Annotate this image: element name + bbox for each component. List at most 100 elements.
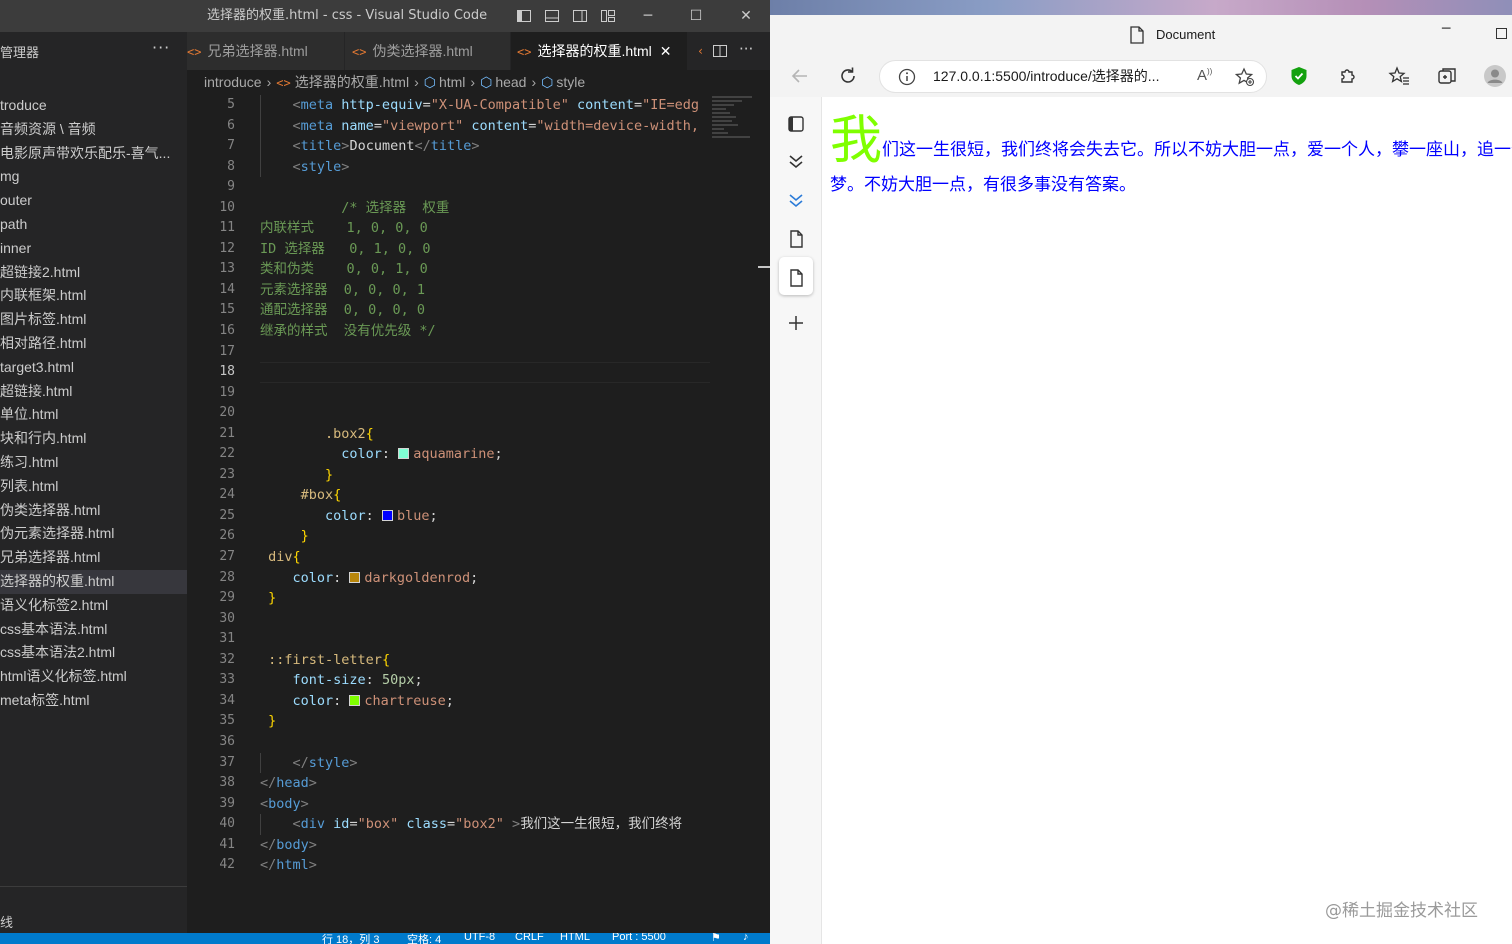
new-tab-plus-icon[interactable] <box>785 312 807 334</box>
tab-pseudo-class-selector[interactable]: <> 伪类选择器.html <box>345 32 510 70</box>
url-text[interactable]: 127.0.0.1:5500/introduce/选择器的... <box>933 61 1178 92</box>
tab-actions-icon[interactable] <box>785 113 807 135</box>
tree-item[interactable]: 单位.html <box>0 403 187 427</box>
status-encoding[interactable]: UTF-8 <box>464 933 495 943</box>
tree-item[interactable]: mg <box>0 165 187 189</box>
minimize-button[interactable]: ─ <box>625 0 671 32</box>
status-cursor-position[interactable]: 行 18，列 3 <box>322 933 379 944</box>
site-info-icon[interactable] <box>898 68 916 90</box>
code-line[interactable]: <div id="box" class="box2" >我们这一生很短，我们终将 <box>260 814 710 835</box>
breadcrumb-file[interactable]: 选择器的权重.html <box>295 74 409 90</box>
tree-item[interactable]: css基本语法.html <box>0 618 187 642</box>
browser-minimize-button[interactable]: ─ <box>1442 21 1450 37</box>
code-line[interactable]: </style> <box>260 752 710 774</box>
tree-item[interactable]: css基本语法2.html <box>0 641 187 665</box>
tree-item[interactable]: 图片标签.html <box>0 308 187 332</box>
tree-item[interactable]: 语义化标签2.html <box>0 594 187 618</box>
tree-item[interactable]: troduce <box>0 94 187 118</box>
read-aloud-icon[interactable]: A)) <box>1197 67 1212 84</box>
extensions-puzzle-icon[interactable] <box>1336 65 1358 87</box>
code-line[interactable]: /* 选择器 权重 <box>260 198 710 219</box>
breadcrumb-head[interactable]: head <box>495 74 526 90</box>
color-swatch[interactable] <box>381 509 393 521</box>
tree-item[interactable]: 练习.html <box>0 451 187 475</box>
code-line[interactable]: 内联样式 1, 0, 0, 0 <box>260 218 710 239</box>
code-line[interactable]: } <box>260 465 710 486</box>
code-line[interactable]: </body> <box>260 835 710 856</box>
code-line[interactable]: ID 选择器 0, 1, 0, 0 <box>260 239 710 260</box>
tree-item[interactable]: 音频资源 \ 音频 <box>0 118 187 142</box>
tree-item[interactable]: 兄弟选择器.html <box>0 546 187 570</box>
browser-maximize-button[interactable] <box>1496 28 1507 39</box>
code-line[interactable] <box>260 732 710 753</box>
split-editor-icon[interactable] <box>712 43 728 59</box>
tree-item[interactable]: path <box>0 213 187 237</box>
status-eol[interactable]: CRLF <box>515 933 544 943</box>
code-line[interactable]: color: darkgoldenrod; <box>260 568 710 589</box>
tree-item[interactable]: 选择器的权重.html <box>0 569 187 594</box>
maximize-button[interactable]: ☐ <box>673 0 719 32</box>
code-line[interactable]: } <box>260 711 710 732</box>
favorites-icon[interactable] <box>1388 65 1410 87</box>
code-area[interactable]: <meta http-equiv="X-UA-Compatible" conte… <box>260 95 710 876</box>
code-line[interactable] <box>260 609 710 630</box>
code-line[interactable]: } <box>260 526 710 547</box>
browser-tab-title[interactable]: Document <box>1156 15 1215 55</box>
collections-icon[interactable] <box>1436 65 1458 87</box>
toggle-primary-sidebar-icon[interactable] <box>516 8 532 24</box>
customize-layout-icon[interactable] <box>600 8 616 24</box>
back-arrow-icon[interactable] <box>789 65 811 87</box>
code-line[interactable] <box>260 362 710 383</box>
tree-item[interactable]: target3.html <box>0 356 187 380</box>
breadcrumb-html[interactable]: html <box>439 74 465 90</box>
tab-sibling-selector[interactable]: <> 兄弟选择器.html <box>187 32 344 70</box>
tree-item[interactable]: 伪类选择器.html <box>0 499 187 523</box>
refresh-icon[interactable] <box>837 65 859 87</box>
code-line[interactable]: 继承的样式 没有优先级 */ <box>260 321 710 342</box>
code-line[interactable] <box>260 629 710 650</box>
code-line[interactable]: color: blue; <box>260 506 710 527</box>
code-line[interactable]: <title>Document</title> <box>260 136 710 157</box>
tab-selector-weight[interactable]: <> 选择器的权重.html ✕ <box>511 32 687 70</box>
status-indentation[interactable]: 空格: 4 <box>407 933 441 944</box>
status-language[interactable]: HTML <box>560 933 590 943</box>
tree-item[interactable]: 超链接.html <box>0 380 187 404</box>
code-line[interactable]: </html> <box>260 855 710 876</box>
code-editor[interactable]: 5 6 7 8 9 10 11 12 13 14 15 16 17 18 19 20 21 22 23 24 25 26 2… <box>187 94 770 933</box>
code-line[interactable]: 通配选择器 0, 0, 0, 0 <box>260 300 710 321</box>
tree-item[interactable]: 块和行内.html <box>0 427 187 451</box>
tree-item[interactable]: 列表.html <box>0 475 187 499</box>
code-line[interactable]: div{ <box>260 547 710 568</box>
tree-item[interactable]: 电影原声带欢乐配乐-喜气... <box>0 142 187 166</box>
code-line[interactable]: color: aquamarine; <box>260 444 710 465</box>
code-line[interactable]: .box2{ <box>260 424 710 445</box>
tree-item[interactable]: 伪元素选择器.html <box>0 522 187 546</box>
code-line[interactable]: color: chartreuse; <box>260 691 710 712</box>
code-line[interactable]: 元素选择器 0, 0, 0, 1 <box>260 280 710 301</box>
active-page-tab-icon[interactable] <box>785 267 807 289</box>
outline-section-header[interactable]: 线 <box>0 912 13 931</box>
code-line[interactable]: </head> <box>260 773 710 794</box>
color-swatch[interactable] <box>398 448 410 460</box>
code-line[interactable]: #box{ <box>260 485 710 506</box>
tree-item[interactable]: inner <box>0 237 187 261</box>
tree-item[interactable]: outer <box>0 189 187 213</box>
page-tab-icon[interactable] <box>785 228 807 250</box>
collapse-tabs-icon[interactable] <box>785 150 807 172</box>
color-swatch[interactable] <box>349 571 361 583</box>
address-bar[interactable]: 127.0.0.1:5500/introduce/选择器的... A)) <box>879 60 1267 93</box>
code-line[interactable]: <meta name="viewport" content="width=dev… <box>260 115 710 137</box>
close-tab-icon[interactable]: ✕ <box>660 43 672 59</box>
code-line[interactable] <box>260 403 710 424</box>
tree-item[interactable]: 超链接2.html <box>0 261 187 285</box>
code-line[interactable]: <meta http-equiv="X-UA-Compatible" conte… <box>260 95 710 116</box>
code-line[interactable] <box>260 177 710 198</box>
tree-item[interactable]: html语义化标签.html <box>0 665 187 689</box>
overflow-tab-icon[interactable]: ‹ <box>697 44 704 58</box>
toggle-secondary-sidebar-icon[interactable] <box>572 8 588 24</box>
code-line[interactable] <box>260 342 710 363</box>
workspace-tabs-icon[interactable] <box>785 189 807 211</box>
tree-item[interactable]: meta标签.html <box>0 689 187 713</box>
minimap[interactable] <box>712 96 758 156</box>
code-line[interactable]: <style> <box>260 156 710 178</box>
